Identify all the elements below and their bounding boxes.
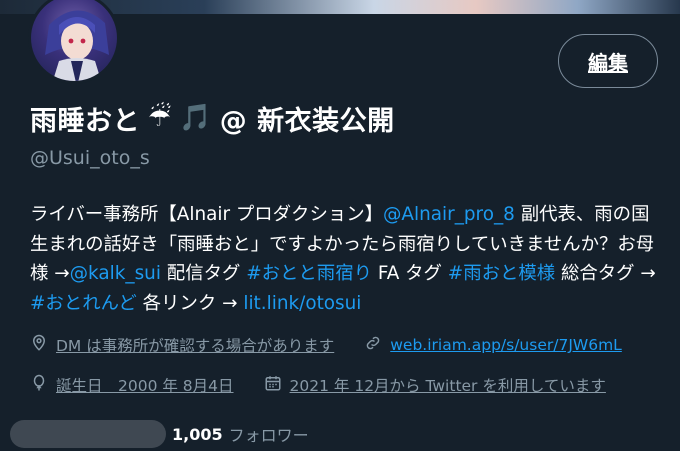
bio-text-1: ライバー事務所【Alnair プロダクション】	[30, 204, 384, 225]
meta-row-location-website: DM は事務所が確認する場合があります web.iriam.app/s/user…	[30, 334, 622, 356]
bio-hashtag-fa[interactable]: #雨おと模様	[448, 263, 555, 284]
calendar-icon	[264, 374, 282, 396]
display-name-suffix: @ 新衣装公開	[219, 105, 395, 137]
location-pin-icon	[30, 334, 48, 356]
followers-label[interactable]: フォロワー	[229, 422, 309, 446]
bio-mention-kalk[interactable]: @kalk_sui	[70, 263, 161, 284]
bio-text-6: 各リンク →	[136, 292, 244, 314]
balloon-icon	[30, 374, 48, 396]
umbrella-emoji-icon: ☔	[148, 103, 172, 133]
bio-text-5: 総合タグ →	[555, 263, 656, 284]
link-chain-icon	[364, 334, 382, 356]
bio-text-4: FA タグ	[371, 263, 448, 284]
profile-name-row: 雨睡おと ☔ 🎵 @ 新衣装公開	[30, 98, 395, 138]
bio-hashtag-general[interactable]: #おとれんど	[30, 293, 137, 314]
birthday-text: 誕生日 2000 年 8月4日	[56, 377, 234, 395]
edit-profile-button[interactable]: 編集	[558, 34, 658, 88]
bio-link-litlink[interactable]: lit.link/otosui	[243, 293, 361, 314]
joined-text: 2021 年 12月から Twitter を利用しています	[289, 377, 606, 395]
profile-handle: @Usui_oto_s	[30, 147, 150, 169]
bio-hashtag-stream[interactable]: #おとと雨宿り	[246, 263, 372, 284]
followers-count[interactable]: 1,005	[172, 425, 223, 444]
bio-text-3: 配信タグ	[160, 263, 247, 284]
website-link[interactable]: web.iriam.app/s/user/7JW6mL	[390, 336, 622, 354]
display-name: 雨睡おと	[30, 105, 140, 137]
music-note-emoji-icon: 🎵	[179, 103, 212, 133]
meta-row-birthday-joined: 誕生日 2000 年 8月4日 2021 年 12月から Twitter を利用…	[30, 374, 606, 396]
edit-profile-label: 編集	[588, 50, 628, 75]
avatar-illustration	[45, 10, 109, 81]
avatar[interactable]	[28, 0, 120, 84]
follow-stats-row: 1,005 フォロワー	[10, 420, 309, 448]
following-count-redacted[interactable]	[10, 420, 166, 448]
location-text: DM は事務所が確認する場合があります	[56, 337, 335, 355]
profile-bio: ライバー事務所【Alnair プロダクション】@Alnair_pro_8 副代表…	[30, 200, 660, 318]
bio-mention-alnair[interactable]: @Alnair_pro_8	[383, 204, 515, 225]
